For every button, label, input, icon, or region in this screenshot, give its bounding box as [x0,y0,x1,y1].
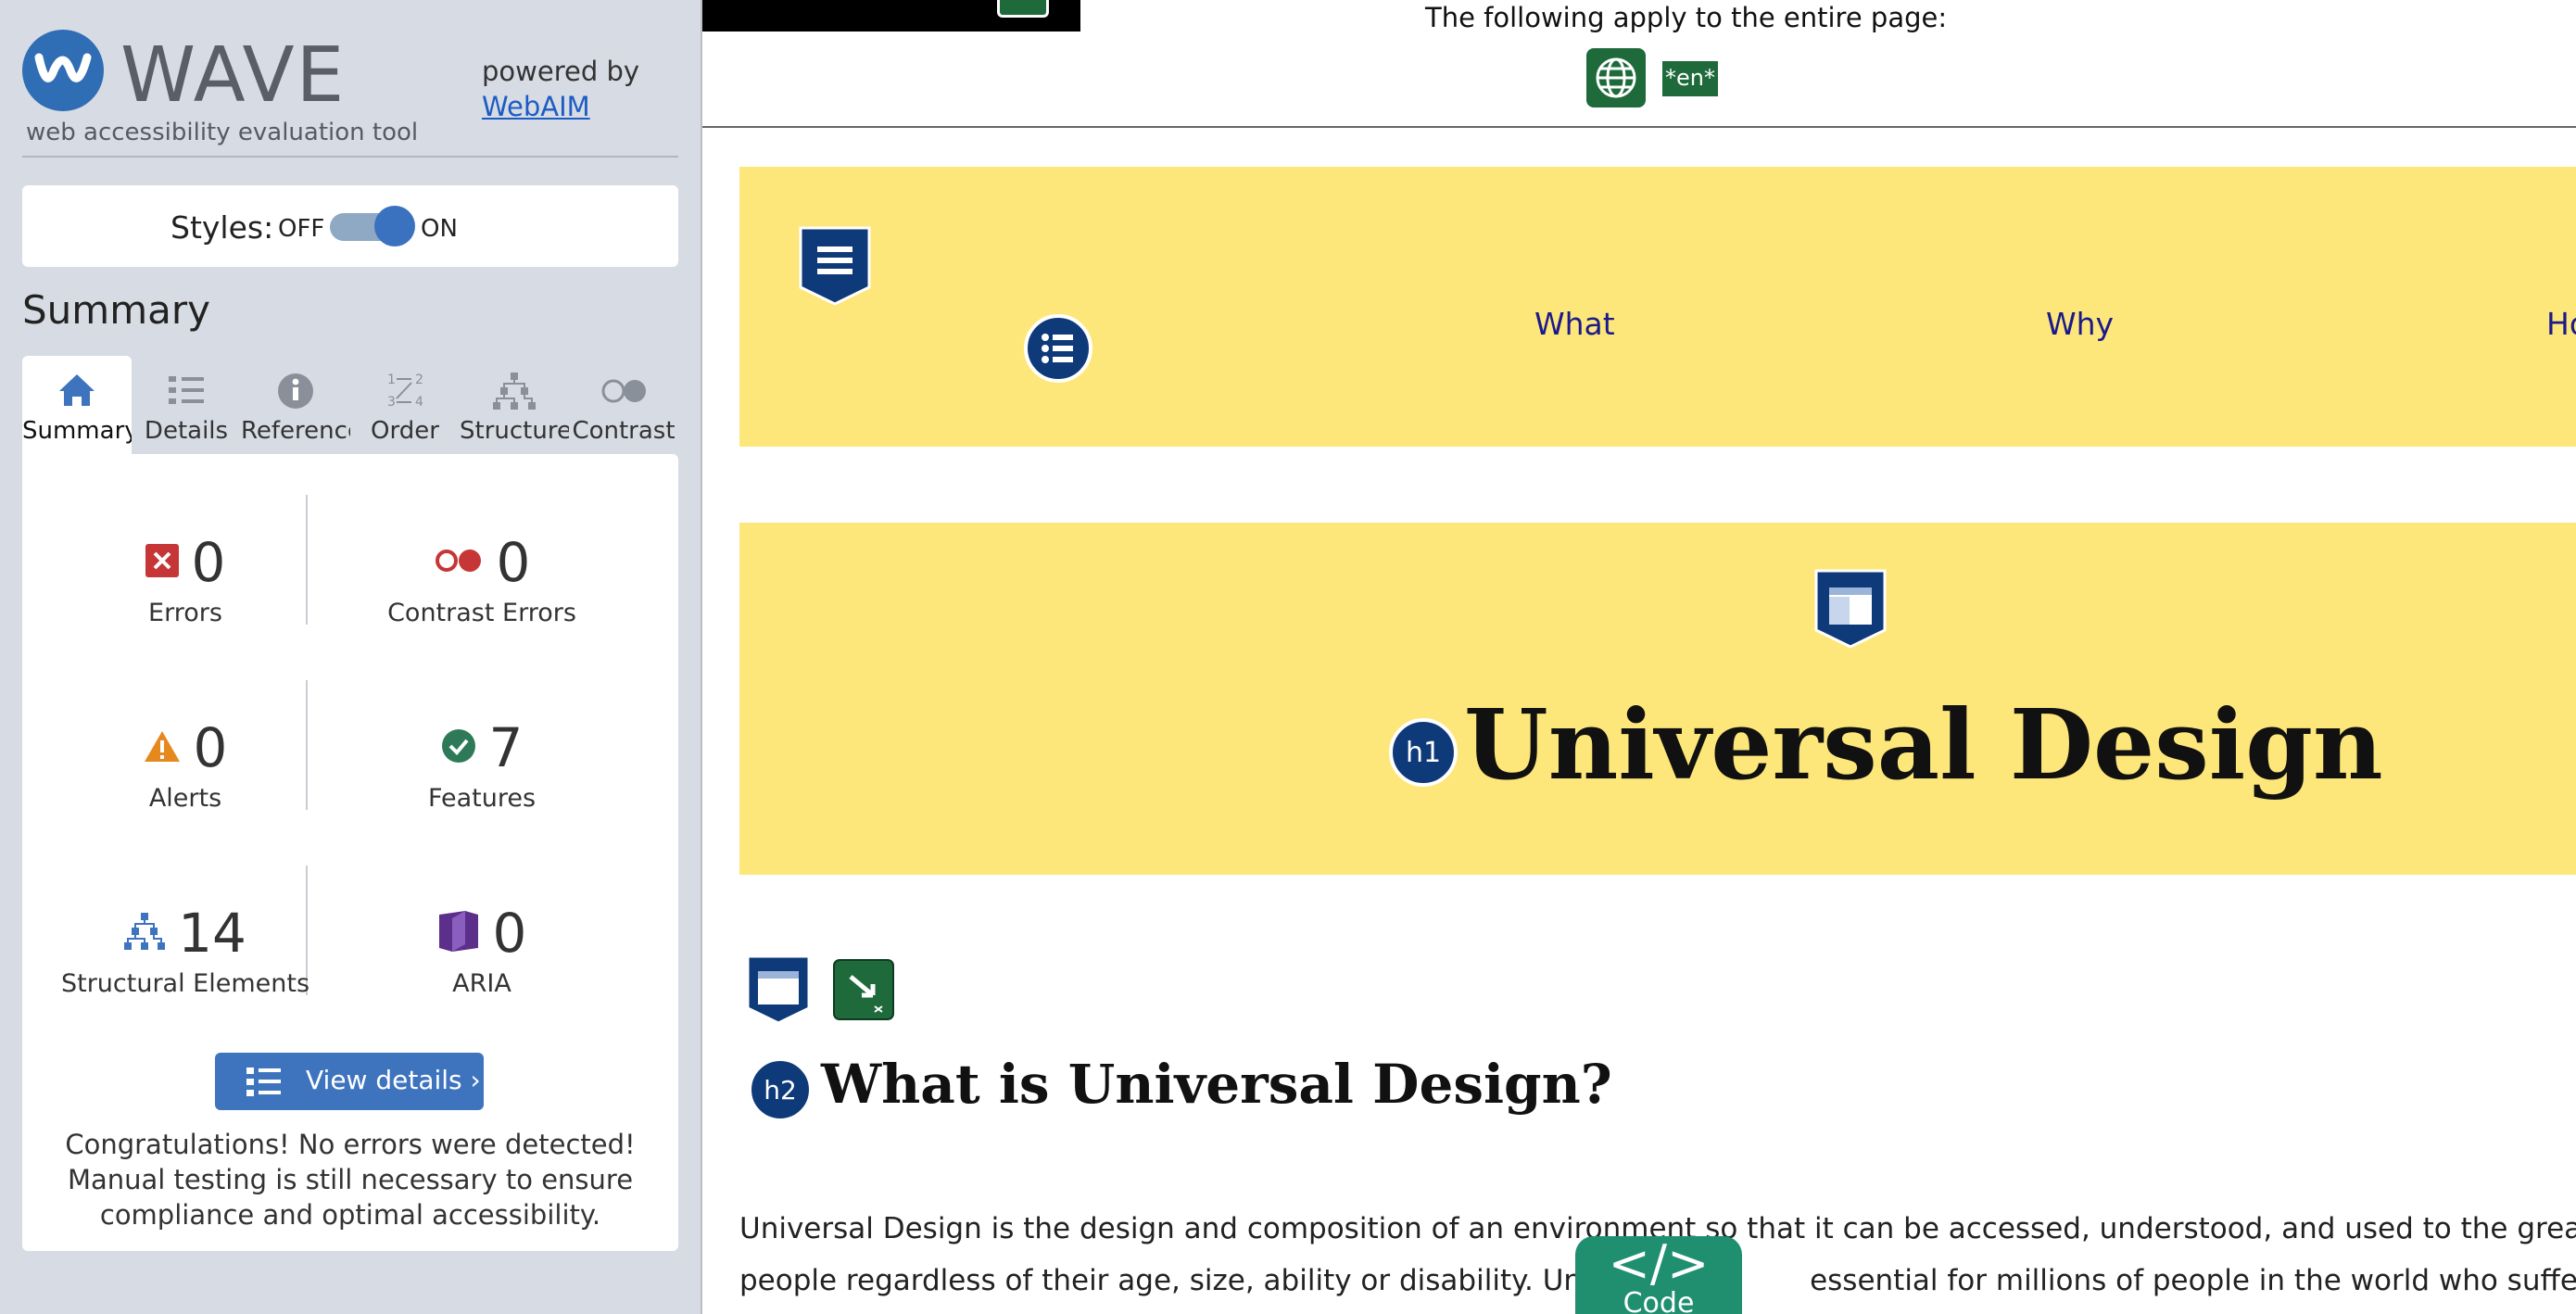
code-label: Code [1623,1287,1695,1314]
list-icon [132,369,241,411]
tab-summary-label: Summary [22,417,139,445]
unordered-list-icon[interactable] [1023,313,1093,387]
header-landmark-icon[interactable] [1812,569,1888,652]
styles-off-label: OFF [278,215,325,243]
errors-stat[interactable]: 0 Errors [46,530,324,627]
styles-on-label: ON [421,215,458,243]
wave-logo-subtitle: web accessibility evaluation tool [26,119,419,146]
h1-badge-label: h1 [1406,737,1441,769]
nav-link-how[interactable]: Ho [2546,306,2576,342]
alerts-label: Alerts [148,784,222,813]
error-icon [145,544,179,581]
contrast-errors-count: 0 [496,531,531,594]
styles-toggle-knob[interactable] [374,206,415,246]
h1-heading-icon[interactable]: h1 [1388,717,1458,791]
alerts-stat[interactable]: 0 Alerts [46,715,324,813]
language-badge[interactable]: *en* [1662,61,1718,96]
structural-label: Structural Elements [60,969,310,998]
structural-count: 14 [178,902,246,965]
code-icon: </> [1608,1234,1710,1293]
divider [22,156,678,158]
features-label: Features [427,784,537,813]
contrast-icon [569,369,678,411]
view-details-button[interactable]: View details › [215,1053,484,1110]
tab-details-label: Details [144,417,229,445]
main-landmark-icon[interactable] [745,954,812,1029]
page-title-h1: Universal Design [1464,688,2383,802]
tab-structure-label: Structure [460,417,572,445]
structure-tree-icon [124,913,166,954]
wave-feature-icon[interactable] [997,0,1049,18]
home-icon [22,369,132,411]
structure-icon [460,369,569,411]
order-icon: 1 2 3 4 [350,369,460,411]
summary-heading: Summary [22,287,210,333]
tab-reference[interactable]: Reference [241,356,362,454]
evaluated-page: The following apply to the entire page: … [702,0,2576,1314]
features-count: 7 [488,716,524,779]
svg-text:2: 2 [415,373,423,387]
alerts-count: 0 [193,716,228,779]
powered-by-label: powered by [482,56,640,87]
svg-text:3: 3 [387,395,396,410]
tab-structure[interactable]: Structure [460,356,572,454]
contrast-error-icon [434,547,484,578]
view-details-label: View details › [306,1065,481,1095]
tab-reference-label: Reference [241,417,362,445]
info-icon [241,369,350,411]
tab-details[interactable]: Details [132,356,241,454]
svg-text:1: 1 [387,373,396,387]
wave-sidebar: WAVE web accessibility evaluation tool p… [0,0,702,1314]
tab-order-label: Order [371,417,439,445]
tab-contrast[interactable]: Contrast [569,356,678,454]
features-stat[interactable]: 7 Features [343,715,621,813]
page-divider [702,126,2576,128]
congrats-message: Congratulations! No errors were detected… [65,1129,636,1231]
globe-icon[interactable] [1586,48,1646,107]
wave-logo-icon [22,30,104,111]
aria-count: 0 [492,902,527,965]
panel-tabs: Summary Details Reference 1 2 3 4 Order Str… [22,356,678,454]
h2-badge-label: h2 [764,1075,797,1106]
skip-link-icon[interactable] [832,958,895,1025]
aria-stat[interactable]: 0 ARIA [343,901,621,998]
nav-link-what[interactable]: What [1534,306,1615,342]
errors-label: Errors [148,599,222,627]
code-toggle-button[interactable]: </> Code [1575,1236,1742,1314]
tab-summary[interactable]: Summary [22,356,139,454]
nav-band: What Why Ho [739,167,2576,447]
aria-label: ARIA [452,969,511,998]
contrast-errors-stat[interactable]: 0 Contrast Errors [343,530,621,627]
aria-icon [437,911,480,955]
nav-landmark-icon[interactable] [797,226,873,310]
svg-text:4: 4 [415,395,423,410]
styles-label: Styles: [170,209,274,246]
errors-count: 0 [191,531,226,594]
feature-check-icon [441,728,476,767]
page-notice: The following apply to the entire page: [1425,2,1948,33]
h2-heading-icon[interactable]: h2 [747,1056,814,1127]
section-heading-h2: What is Universal Design? [821,1053,1612,1116]
nav-link-why[interactable]: Why [2046,306,2114,342]
contrast-errors-label: Contrast Errors [387,599,576,627]
styles-toggle-panel: Styles: OFF ON [22,185,678,267]
wave-logo-title: WAVE [120,32,347,120]
alert-icon [144,729,181,766]
webaim-link[interactable]: WebAIM [482,91,590,122]
tab-order[interactable]: 1 2 3 4 Order [350,356,460,454]
tab-contrast-label: Contrast [572,417,676,445]
list-icon [246,1066,282,1104]
structural-elements-stat[interactable]: 14 Structural Elements [46,901,324,998]
